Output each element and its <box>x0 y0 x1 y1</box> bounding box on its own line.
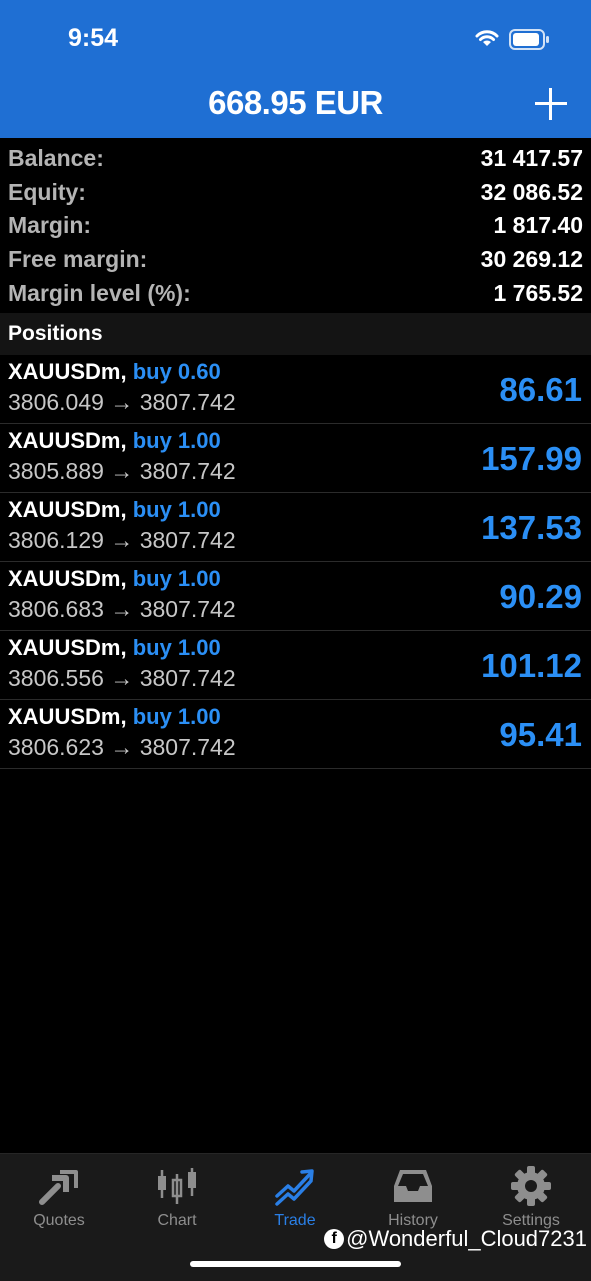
position-symbol: XAUUSDm, <box>8 635 127 660</box>
position-row[interactable]: XAUUSDm, buy 1.00 3806.683 → 3807.742 90… <box>0 562 591 631</box>
trade-icon <box>275 1169 314 1206</box>
position-profit: 95.41 <box>499 716 582 753</box>
battery-icon <box>509 29 549 50</box>
wifi-icon <box>475 30 499 46</box>
tab-quotes[interactable]: Quotes <box>0 1162 118 1238</box>
position-side: buy 0.60 <box>132 359 221 384</box>
position-row[interactable]: XAUUSDm, buy 1.00 3805.889 → 3807.742 15… <box>0 424 591 493</box>
quotes-icon <box>39 1170 78 1205</box>
equity-profit-title: 668.95 EUR <box>208 84 383 121</box>
summary-value: 31 417.57 <box>480 145 583 172</box>
tab-label: Chart <box>157 1212 197 1229</box>
summary-row-margin-level: Margin level (%): 1 765.52 <box>0 276 591 310</box>
summary-label: Margin: <box>8 212 92 239</box>
position-profit: 90.29 <box>499 578 582 615</box>
summary-row-equity: Equity: 32 086.52 <box>0 176 591 210</box>
positions-list: XAUUSDm, buy 0.60 3806.049 → 3807.742 86… <box>0 355 591 769</box>
summary-label: Margin level (%): <box>8 279 191 306</box>
position-profit: 86.61 <box>499 371 582 408</box>
position-prices: 3806.129 → 3807.742 <box>8 527 236 553</box>
summary-row-margin: Margin: 1 817.40 <box>0 209 591 243</box>
position-symbol: XAUUSDm, <box>8 428 127 453</box>
history-icon <box>394 1170 432 1202</box>
position-side: buy 1.00 <box>132 497 221 522</box>
chart-icon <box>158 1168 196 1204</box>
position-prices: 3806.683 → 3807.742 <box>8 596 236 622</box>
status-icons <box>473 26 553 54</box>
position-profit: 137.53 <box>481 509 582 546</box>
position-prices: 3806.556 → 3807.742 <box>8 665 236 691</box>
summary-value: 32 086.52 <box>480 178 583 205</box>
position-prices: 3806.049 → 3807.742 <box>8 389 236 415</box>
summary-label: Free margin: <box>8 246 148 273</box>
summary-row-balance: Balance: 31 417.57 <box>0 142 591 176</box>
status-time: 9:54 <box>68 24 119 52</box>
facebook-icon: f <box>324 1229 345 1249</box>
position-side: buy 1.00 <box>132 704 221 729</box>
position-profit: 157.99 <box>481 440 582 477</box>
position-profit: 101.12 <box>481 647 582 684</box>
settings-icon <box>511 1166 551 1206</box>
position-side: buy 1.00 <box>132 566 221 591</box>
position-row[interactable]: XAUUSDm, buy 1.00 3806.556 → 3807.742 10… <box>0 631 591 700</box>
position-row[interactable]: XAUUSDm, buy 0.60 3806.049 → 3807.742 86… <box>0 355 591 424</box>
watermark: f @Wonderful_Cloud7231 <box>324 1226 587 1252</box>
positions-section-header: Positions <box>0 313 591 355</box>
position-side: buy 1.00 <box>132 635 221 660</box>
watermark-text: @Wonderful_Cloud7231 <box>346 1226 587 1251</box>
position-side: buy 1.00 <box>132 428 221 453</box>
add-order-button[interactable] <box>533 86 569 122</box>
position-prices: 3805.889 → 3807.742 <box>8 458 236 484</box>
position-symbol: XAUUSDm, <box>8 359 127 384</box>
position-symbol: XAUUSDm, <box>8 704 127 729</box>
position-symbol: XAUUSDm, <box>8 566 127 591</box>
position-row[interactable]: XAUUSDm, buy 1.00 3806.623 → 3807.742 95… <box>0 700 591 769</box>
summary-row-free-margin: Free margin: 30 269.12 <box>0 243 591 277</box>
account-summary: Balance: 31 417.57 Equity: 32 086.52 Mar… <box>0 142 591 310</box>
tab-chart[interactable]: Chart <box>118 1162 236 1238</box>
top-bar: 9:54 668.95 EUR <box>0 0 591 138</box>
position-row[interactable]: XAUUSDm, buy 1.00 3806.129 → 3807.742 13… <box>0 493 591 562</box>
summary-value: 1 817.40 <box>493 212 583 239</box>
summary-value: 1 765.52 <box>493 279 583 306</box>
position-symbol: XAUUSDm, <box>8 497 127 522</box>
summary-value: 30 269.12 <box>480 246 583 273</box>
tab-label: Quotes <box>33 1212 85 1229</box>
summary-label: Equity: <box>8 178 86 205</box>
summary-label: Balance: <box>8 145 104 172</box>
position-prices: 3806.623 → 3807.742 <box>8 734 236 760</box>
home-indicator[interactable] <box>190 1261 401 1267</box>
